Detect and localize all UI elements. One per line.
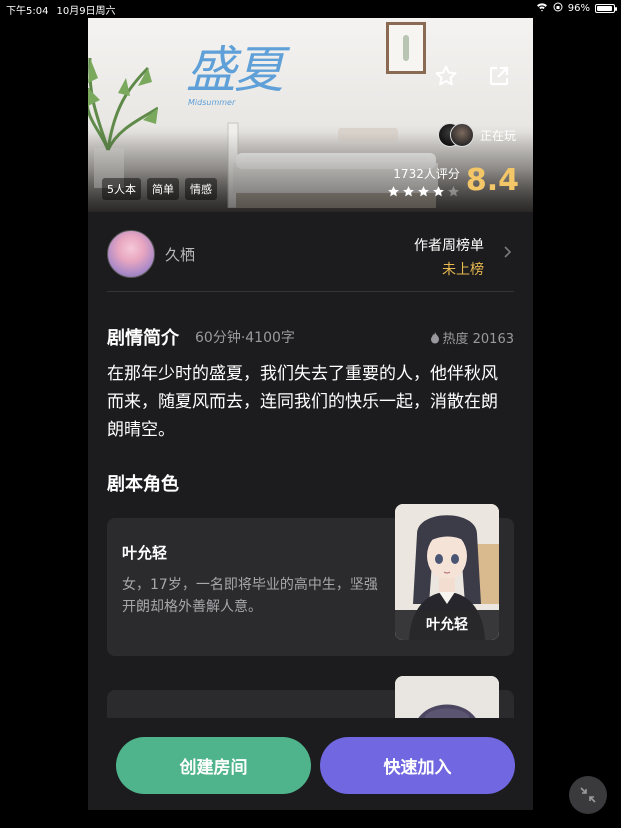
star-icon: [432, 186, 444, 197]
rank-title: 作者周榜单: [414, 238, 484, 254]
author-avatar[interactable]: [107, 230, 155, 278]
battery-fill: [597, 6, 613, 11]
status-time: 下午5:04: [6, 6, 49, 17]
star-icon: [447, 186, 459, 197]
rating-block: 1732人评分 8.4: [387, 164, 519, 198]
favorite-button[interactable]: [432, 62, 460, 90]
role-portrait[interactable]: 叶允轻: [395, 504, 499, 640]
flame-icon: [430, 331, 439, 343]
tag-list: 5人本 简单 情感: [102, 178, 217, 200]
role-card[interactable]: 叶允轻 女，17岁，一名即将毕业的高中生，坚强开朗却格外善解人意。 叶允轻: [107, 504, 514, 656]
heat-indicator: 热度 20163: [430, 328, 515, 347]
banner-subtitle-art: Midsummer: [188, 98, 236, 107]
role-portrait-label: 叶允轻: [395, 610, 499, 640]
role-name: 叶允轻: [122, 544, 168, 562]
synopsis-title: 剧情简介: [107, 328, 179, 349]
now-playing-label: 正在玩: [480, 128, 517, 143]
share-icon: [489, 66, 509, 86]
battery-percent: 96%: [567, 3, 590, 14]
player-avatars: [438, 122, 476, 148]
heat-value: 热度 20163: [442, 332, 515, 347]
battery-icon: [595, 4, 617, 13]
star-outline-icon: [435, 65, 457, 86]
wifi-icon: [536, 2, 548, 15]
tag: 情感: [185, 178, 217, 200]
tag: 简单: [147, 178, 179, 200]
author-name[interactable]: 久栖: [165, 244, 195, 265]
script-detail-page: 盛夏 Midsummer 正在玩 5人本 简单 情感 1732人评分 8.4 久…: [88, 18, 533, 810]
banner-title-art: 盛夏: [186, 41, 284, 99]
create-room-button[interactable]: 创建房间: [116, 737, 311, 794]
synopsis-meta: 60分钟·4100字: [195, 330, 295, 346]
tag: 5人本: [102, 178, 141, 200]
star-icon: [387, 186, 399, 197]
roles-title: 剧本角色: [107, 474, 179, 495]
now-playing[interactable]: 正在玩: [438, 122, 516, 148]
collapse-arrows-icon: [580, 787, 596, 803]
share-button[interactable]: [485, 62, 513, 90]
author-row[interactable]: 久栖 作者周榜单 未上榜: [107, 230, 514, 292]
cover-banner: 盛夏 Midsummer 正在玩 5人本 简单 情感 1732人评分 8.4: [88, 18, 533, 212]
bottom-action-bar: 创建房间 快速加入: [88, 718, 533, 810]
star-icon: [402, 186, 414, 197]
role-description: 女，17岁，一名即将毕业的高中生，坚强开朗却格外善解人意。: [122, 577, 378, 615]
rating-stars: [387, 185, 460, 198]
chevron-right-icon: [504, 246, 512, 258]
star-icon: [417, 186, 429, 197]
status-bar: 下午5:04 10月9日周六 96%: [0, 0, 621, 18]
author-rank[interactable]: 作者周榜单 未上榜: [414, 235, 484, 279]
orientation-lock-icon: [553, 2, 563, 15]
synopsis-header: 剧情简介 60分钟·4100字 热度 20163: [107, 324, 515, 349]
status-date: 10月9日周六: [56, 6, 116, 17]
wall-frame: [386, 22, 426, 74]
avatar: [450, 123, 474, 147]
quick-join-button[interactable]: 快速加入: [320, 737, 515, 794]
synopsis-text: 在那年少时的盛夏，我们失去了重要的人，他伴秋风而来，随夏风而去，连同我们的快乐一…: [107, 364, 498, 440]
rating-count: 1732人评分: [393, 167, 460, 181]
rating-score: 8.4: [465, 163, 519, 198]
rank-status: 未上榜: [442, 262, 484, 278]
collapse-button[interactable]: [569, 776, 607, 814]
